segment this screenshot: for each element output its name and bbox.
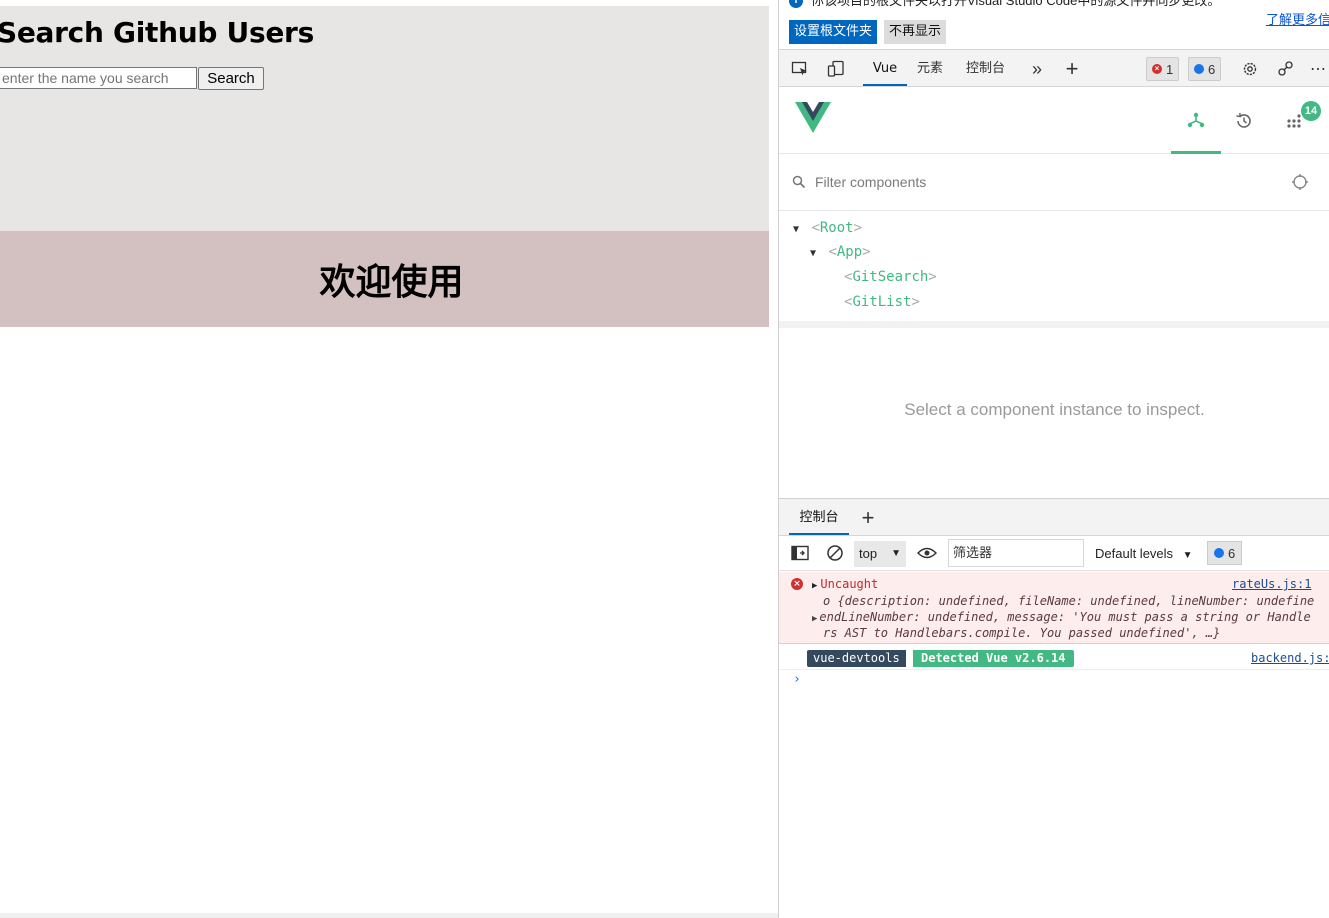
search-section: Search Github Users Search [0, 6, 769, 231]
error-detail-line: rs AST to Handlebars.compile. You passed… [823, 625, 1220, 641]
inspect-element-icon[interactable] [789, 58, 811, 80]
devtools-toolbar: Vue 元素 控制台 » + × 1 6 ⋯ [779, 49, 1329, 87]
filter-components-input[interactable] [815, 171, 1275, 193]
expand-caret-icon[interactable]: ▶ [812, 581, 817, 591]
infobar: i 你该项目的根文件夹以打开Visual Studio Code中的源文件并同步… [779, 0, 1329, 48]
context-value: top [859, 546, 877, 561]
horizontal-scrollbar[interactable] [0, 913, 778, 918]
tree-node-gitsearch[interactable]: <GitSearch> [844, 265, 937, 289]
more-options-icon[interactable]: ⋯ [1307, 58, 1329, 80]
error-icon: × [1152, 64, 1162, 74]
plugins-tab[interactable] [1269, 88, 1319, 154]
page-title: Search Github Users [0, 16, 314, 49]
tree-node-root[interactable]: ▼ <Root> [793, 216, 862, 240]
message-count: 6 [1208, 62, 1215, 77]
message-icon [1214, 548, 1224, 558]
search-input[interactable] [0, 67, 197, 89]
search-button[interactable]: Search [198, 67, 264, 90]
timeline-tab[interactable] [1219, 88, 1269, 154]
settings-gear-icon[interactable] [1239, 58, 1261, 80]
expanded-caret-icon[interactable]: ▼ [810, 242, 820, 266]
component-tree: ▼ <Root> ▼ <App> <GitSearch> <GitList> [779, 215, 1329, 321]
error-title[interactable]: ▶Uncaught [812, 576, 878, 594]
live-expression-eye-icon[interactable] [917, 546, 937, 560]
tab-console[interactable]: 控制台 [966, 50, 1005, 86]
console-toolbar: top ▼ Default levels ▼ 6 [779, 537, 1329, 571]
tree-node-gitlist[interactable]: <GitList> [844, 290, 920, 314]
log-levels-label: Default levels [1095, 546, 1173, 561]
devtools-log-row: vue-devtools Detected Vue v2.6.14 backen… [779, 645, 1329, 670]
devtools-panel: i 你该项目的根文件夹以打开Visual Studio Code中的源文件并同步… [778, 0, 1329, 918]
error-count: 1 [1166, 62, 1173, 77]
error-detail-line: o {description: undefined, fileName: und… [823, 593, 1314, 609]
inspect-placeholder: Select a component instance to inspect. [779, 400, 1329, 420]
expand-caret-icon[interactable]: ▶ [812, 614, 817, 624]
console-prompt-icon[interactable]: › [793, 672, 801, 687]
drawer-tab-bar: 控制台 + [779, 498, 1329, 536]
search-icon [792, 175, 806, 189]
learn-more-link[interactable]: 了解更多信息 [1266, 9, 1329, 28]
message-icon [1194, 64, 1204, 74]
device-emulation-icon[interactable] [825, 58, 847, 80]
backend-source-link[interactable]: backend.js: [1251, 651, 1329, 665]
info-icon: i [789, 0, 803, 8]
tree-node-app[interactable]: ▼ <App> [810, 240, 871, 264]
detected-vue-label: Detected Vue v2.6.14 [913, 650, 1074, 667]
infobar-message: 你该项目的根文件夹以打开Visual Studio Code中的源文件并同步更改… [811, 0, 1220, 8]
error-source-link[interactable]: rateUs.js:1 [1232, 577, 1311, 591]
add-tab-icon[interactable]: + [1061, 58, 1083, 80]
component-tree-icon [1186, 110, 1206, 130]
expanded-caret-icon[interactable]: ▼ [793, 218, 803, 242]
error-count-badge[interactable]: × 1 [1146, 57, 1179, 81]
dropdown-arrow-icon: ▼ [1183, 550, 1193, 561]
console-filter-input[interactable] [948, 539, 1084, 567]
tab-elements[interactable]: 元素 [917, 50, 943, 86]
history-icon [1234, 111, 1254, 131]
tab-vue[interactable]: Vue [863, 50, 907, 86]
vue-devtools-header [779, 88, 1329, 154]
error-icon: × [791, 578, 803, 590]
clear-console-icon[interactable] [826, 544, 844, 562]
dropdown-arrow-icon: ▼ [891, 541, 901, 567]
console-message-count: 6 [1228, 546, 1235, 561]
welcome-text: 欢迎使用 [319, 253, 463, 305]
log-levels-dropdown[interactable]: Default levels ▼ [1095, 546, 1193, 561]
message-count-badge[interactable]: 6 [1188, 57, 1221, 81]
component-filter [779, 155, 1329, 211]
more-tabs-icon[interactable]: » [1026, 58, 1048, 80]
dont-show-again-button[interactable]: 不再显示 [884, 20, 946, 44]
show-sidebar-icon[interactable] [791, 545, 809, 561]
welcome-banner: 欢迎使用 [0, 231, 769, 327]
vue-devtools-tag: vue-devtools [807, 650, 906, 667]
panel-splitter[interactable] [779, 321, 1329, 328]
vue-logo-icon [795, 102, 831, 134]
components-tab[interactable] [1171, 88, 1221, 154]
select-component-target-icon[interactable] [1291, 173, 1309, 191]
app-page: Search Github Users Search 欢迎使用 [0, 0, 778, 918]
error-message: × ▶Uncaught rateUs.js:1 o {description: … [779, 572, 1329, 644]
drawer-tab-console[interactable]: 控制台 [789, 499, 849, 535]
console-message-badge[interactable]: 6 [1207, 541, 1242, 565]
connected-devices-icon[interactable] [1275, 58, 1297, 80]
plugins-count-badge: 14 [1301, 101, 1321, 121]
context-select[interactable]: top ▼ [854, 541, 906, 567]
set-root-folder-button[interactable]: 设置根文件夹 [789, 20, 877, 44]
add-drawer-tab-icon[interactable]: + [857, 507, 879, 529]
